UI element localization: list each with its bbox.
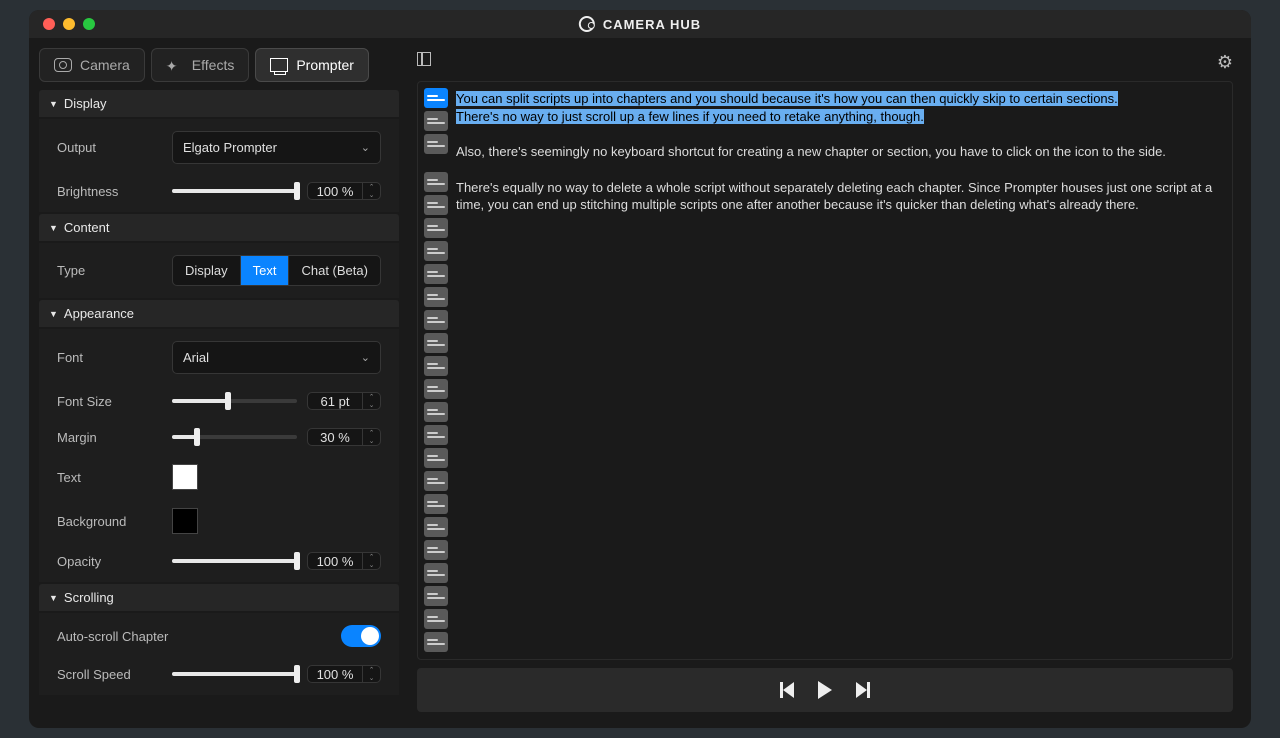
chapter-icon[interactable]	[424, 425, 448, 445]
app-logo-icon	[579, 16, 595, 32]
opacity-input[interactable]: ⌃⌄	[307, 552, 381, 570]
chapter-icon[interactable]	[424, 310, 448, 330]
chapter-icon[interactable]	[424, 540, 448, 560]
font-size-input[interactable]: ⌃⌄	[307, 392, 381, 410]
window-titlebar: CAMERA HUB	[29, 10, 1251, 38]
chapter-icon[interactable]	[424, 333, 448, 353]
window-fullscreen-button[interactable]	[83, 18, 95, 30]
type-option-text[interactable]: Text	[241, 256, 290, 285]
chapter-icon[interactable]	[424, 586, 448, 606]
stepper-up-icon[interactable]: ⌃	[363, 553, 380, 561]
chevron-down-icon: ▼	[49, 99, 58, 109]
opacity-label: Opacity	[57, 554, 162, 569]
chapter-icon[interactable]	[424, 379, 448, 399]
chapter-icon[interactable]	[424, 448, 448, 468]
chapter-icon[interactable]	[424, 111, 448, 131]
text-color-label: Text	[57, 470, 162, 485]
brightness-input[interactable]: ⌃⌄	[307, 182, 381, 200]
chapter-icon[interactable]	[424, 287, 448, 307]
scroll-speed-slider[interactable]	[172, 672, 297, 676]
chevron-down-icon: ▼	[49, 223, 58, 233]
stepper-up-icon[interactable]: ⌃	[363, 429, 380, 437]
camera-icon	[54, 58, 72, 72]
text-color-swatch[interactable]	[172, 464, 198, 490]
type-label: Type	[57, 263, 162, 278]
section-header-appearance[interactable]: ▼ Appearance	[39, 300, 399, 327]
chapter-icon[interactable]	[424, 218, 448, 238]
stepper-down-icon[interactable]: ⌄	[363, 437, 380, 445]
prev-chapter-button[interactable]	[780, 682, 794, 698]
next-chapter-button[interactable]	[856, 682, 870, 698]
chevron-down-icon: ⌄	[361, 141, 370, 154]
toggle-sidebar-icon[interactable]	[417, 52, 431, 66]
auto-scroll-toggle[interactable]	[341, 625, 381, 647]
stepper-down-icon[interactable]: ⌄	[363, 191, 380, 199]
font-size-label: Font Size	[57, 394, 162, 409]
chapter-icon[interactable]	[424, 241, 448, 261]
chevron-down-icon: ▼	[49, 309, 58, 319]
stepper-down-icon[interactable]: ⌄	[363, 674, 380, 682]
background-color-swatch[interactable]	[172, 508, 198, 534]
playback-bar	[417, 668, 1233, 712]
chapter-icon[interactable]	[424, 264, 448, 284]
tab-camera[interactable]: Camera	[39, 48, 145, 82]
stepper-down-icon[interactable]: ⌄	[363, 401, 380, 409]
scroll-speed-label: Scroll Speed	[57, 667, 162, 682]
window-close-button[interactable]	[43, 18, 55, 30]
play-button[interactable]	[818, 681, 832, 699]
chapter-icon[interactable]	[424, 609, 448, 629]
brightness-slider[interactable]	[172, 189, 297, 193]
chapter-icon[interactable]	[424, 517, 448, 537]
effects-icon	[166, 58, 184, 72]
stepper-up-icon[interactable]: ⌃	[363, 393, 380, 401]
stepper-down-icon[interactable]: ⌄	[363, 561, 380, 569]
script-paragraph[interactable]: Also, there's seemingly no keyboard shor…	[456, 141, 1226, 161]
chevron-down-icon: ▼	[49, 593, 58, 603]
chapter-icon[interactable]	[424, 471, 448, 491]
window-minimize-button[interactable]	[63, 18, 75, 30]
section-header-display[interactable]: ▼ Display	[39, 90, 399, 117]
chapter-icon[interactable]	[424, 88, 448, 108]
chapter-icon[interactable]	[424, 172, 448, 192]
auto-scroll-label: Auto-scroll Chapter	[57, 629, 331, 644]
script-paragraph[interactable]: You can split scripts up into chapters a…	[456, 88, 1226, 125]
type-option-display[interactable]: Display	[173, 256, 241, 285]
stepper-up-icon[interactable]: ⌃	[363, 666, 380, 674]
output-label: Output	[57, 140, 162, 155]
opacity-slider[interactable]	[172, 559, 297, 563]
margin-slider[interactable]	[172, 435, 297, 439]
tab-effects[interactable]: Effects	[151, 48, 250, 82]
type-option-chat[interactable]: Chat (Beta)	[289, 256, 379, 285]
background-color-label: Background	[57, 514, 162, 529]
section-header-scrolling[interactable]: ▼ Scrolling	[39, 584, 399, 611]
brightness-label: Brightness	[57, 184, 162, 199]
margin-label: Margin	[57, 430, 162, 445]
stepper-up-icon[interactable]: ⌃	[363, 183, 380, 191]
prompter-icon	[270, 58, 288, 72]
section-header-content[interactable]: ▼ Content	[39, 214, 399, 241]
chapter-icon[interactable]	[424, 632, 448, 652]
font-label: Font	[57, 350, 162, 365]
chapter-icon[interactable]	[424, 563, 448, 583]
chapter-icon[interactable]	[424, 402, 448, 422]
script-editor[interactable]: You can split scripts up into chapters a…	[417, 81, 1233, 660]
font-size-slider[interactable]	[172, 399, 297, 403]
output-select[interactable]: Elgato Prompter ⌄	[172, 131, 381, 164]
chapter-icon[interactable]	[424, 494, 448, 514]
settings-icon[interactable]: ⚙	[1217, 52, 1233, 73]
script-paragraph[interactable]: There's equally no way to delete a whole…	[456, 177, 1226, 214]
app-title: CAMERA HUB	[603, 17, 701, 32]
chapter-icon[interactable]	[424, 134, 448, 154]
chapter-icon[interactable]	[424, 195, 448, 215]
font-select[interactable]: Arial ⌄	[172, 341, 381, 374]
chevron-down-icon: ⌄	[361, 351, 370, 364]
scroll-speed-input[interactable]: ⌃⌄	[307, 665, 381, 683]
chapter-icon[interactable]	[424, 356, 448, 376]
margin-input[interactable]: ⌃⌄	[307, 428, 381, 446]
tab-prompter[interactable]: Prompter	[255, 48, 369, 82]
